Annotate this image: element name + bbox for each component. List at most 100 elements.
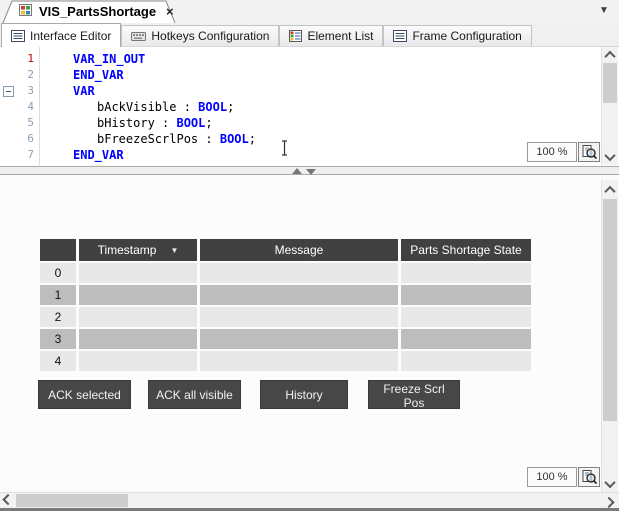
viz-hscrollbar[interactable]	[0, 492, 619, 509]
code-line[interactable]: 6 bFreezeScrlPos : BOOL;	[0, 131, 599, 147]
chevron-up-icon	[604, 50, 616, 62]
pane-splitter[interactable]	[0, 165, 619, 178]
viz-zoom-control: 100 %	[526, 466, 601, 488]
row-index-cell[interactable]: 1	[40, 285, 76, 305]
column-header-index[interactable]	[40, 239, 76, 261]
tab-label: Element List	[307, 29, 374, 43]
punctuation: :	[176, 100, 199, 114]
message-cell[interactable]	[200, 285, 398, 305]
splitter-collapse-up-icon[interactable]	[292, 168, 302, 174]
row-index-cell[interactable]: 2	[40, 307, 76, 327]
message-cell[interactable]	[200, 351, 398, 371]
chevron-left-icon	[2, 493, 14, 506]
keyword: VAR_IN_OUT	[73, 52, 146, 66]
viz-zoom-level[interactable]: 100 %	[527, 467, 577, 487]
state-cell[interactable]	[401, 307, 531, 327]
punctuation: ;	[205, 116, 213, 130]
row-index-cell[interactable]: 3	[40, 329, 76, 349]
tab-interface-editor[interactable]: Interface Editor	[1, 23, 122, 47]
visualization-icon	[18, 3, 33, 20]
column-header-timestamp[interactable]: Timestamp ▼	[79, 239, 197, 261]
message-cell[interactable]	[200, 263, 398, 283]
tab-list-dropdown-button[interactable]: ▼	[597, 4, 611, 18]
variable-name: bHistory	[97, 116, 155, 130]
scroll-down-button[interactable]	[602, 476, 618, 491]
timestamp-cell[interactable]	[79, 351, 197, 371]
tab-element-list[interactable]: Element List	[279, 25, 384, 46]
history-button[interactable]: History	[260, 380, 348, 409]
code-line[interactable]: 2 END_VAR	[0, 67, 599, 83]
tab-hotkeys-configuration[interactable]: Hotkeys Configuration	[121, 25, 280, 46]
scroll-up-button[interactable]	[602, 182, 618, 197]
column-header-message[interactable]: Message	[200, 239, 398, 261]
variable-name: bAckVisible	[97, 100, 177, 114]
splitter-collapse-down-icon[interactable]	[306, 169, 316, 175]
line-number: 7	[27, 148, 34, 161]
message-cell[interactable]	[200, 329, 398, 349]
chevron-down-icon: ▼	[599, 5, 609, 16]
timestamp-cell[interactable]	[79, 329, 197, 349]
message-cell[interactable]	[200, 307, 398, 327]
state-cell[interactable]	[401, 263, 531, 283]
form-grid-icon	[11, 29, 25, 42]
scroll-thumb[interactable]	[603, 63, 617, 103]
tab-frame-configuration[interactable]: Frame Configuration	[383, 25, 532, 46]
tab-label: Interface Editor	[30, 28, 112, 43]
viz-zoom-button[interactable]	[578, 467, 600, 487]
editor-zoom-control: 100 %	[526, 141, 601, 163]
keyword: END_VAR	[73, 148, 124, 162]
line-number: 2	[27, 68, 34, 81]
freeze-scrl-pos-button[interactable]: Freeze Scrl Pos	[368, 380, 460, 410]
column-header-state[interactable]: Parts Shortage State	[401, 239, 531, 261]
ack-all-visible-button[interactable]: ACK all visible	[148, 380, 241, 409]
line-number: 5	[27, 116, 34, 129]
scroll-right-button[interactable]	[601, 493, 617, 509]
editor-zoom-level[interactable]: 100 %	[527, 142, 577, 162]
scroll-up-button[interactable]	[602, 47, 618, 62]
timestamp-cell[interactable]	[79, 307, 197, 327]
element-list-icon	[289, 30, 303, 42]
close-icon[interactable]: ×	[166, 4, 174, 19]
code-line[interactable]: 4 bAckVisible : BOOL;	[0, 99, 599, 115]
editor-vscrollbar[interactable]	[601, 47, 618, 165]
scroll-thumb[interactable]	[603, 199, 617, 421]
code-text-area[interactable]: 1 VAR_IN_OUT 2 END_VAR 3 VAR 4 bAckVisib…	[0, 51, 599, 163]
punctuation: :	[154, 116, 177, 130]
document-tab-vis-partsshortage[interactable]: VIS_PartsShortage ×	[2, 0, 178, 23]
interface-declaration-editor[interactable]: 1 VAR_IN_OUT 2 END_VAR 3 VAR 4 bAckVisib…	[0, 47, 619, 165]
document-tab-bar: VIS_PartsShortage × ▼	[0, 0, 619, 24]
tab-label: Hotkeys Configuration	[151, 29, 270, 43]
keyword: END_VAR	[73, 68, 124, 82]
row-index-cell[interactable]: 0	[40, 263, 76, 283]
code-line[interactable]: 7 END_VAR	[0, 147, 599, 163]
scroll-left-button[interactable]	[0, 493, 16, 509]
ack-selected-button[interactable]: ACK selected	[38, 380, 131, 409]
magnifier-document-icon	[582, 145, 597, 160]
code-line[interactable]: 3 VAR	[0, 83, 599, 99]
state-cell[interactable]	[401, 285, 531, 305]
punctuation: :	[198, 132, 220, 146]
scroll-thumb[interactable]	[16, 494, 128, 507]
keyword: VAR	[73, 84, 95, 98]
state-cell[interactable]	[401, 351, 531, 371]
visualization-canvas[interactable]: Timestamp ▼ Message Parts Shortage State…	[0, 178, 619, 492]
tab-label: Frame Configuration	[412, 29, 522, 43]
chevron-up-icon	[604, 185, 616, 197]
document-tab-title: VIS_PartsShortage	[39, 4, 157, 19]
code-line[interactable]: 1 VAR_IN_OUT	[0, 51, 599, 67]
scroll-down-button[interactable]	[602, 149, 618, 164]
alarm-table[interactable]: Timestamp ▼ Message Parts Shortage State…	[40, 239, 531, 371]
type-keyword: BOOL	[219, 132, 249, 146]
fold-collapse-icon[interactable]	[3, 86, 14, 97]
code-line[interactable]: 5 bHistory : BOOL;	[0, 115, 599, 131]
codesys-visualization-editor-window: VIS_PartsShortage × ▼ Interface Editor H…	[0, 0, 619, 511]
type-keyword: BOOL	[176, 116, 206, 130]
state-cell[interactable]	[401, 329, 531, 349]
punctuation: ;	[227, 100, 235, 114]
viz-vscrollbar[interactable]	[601, 180, 618, 492]
line-number: 1	[27, 52, 34, 65]
row-index-cell[interactable]: 4	[40, 351, 76, 371]
timestamp-cell[interactable]	[79, 285, 197, 305]
editor-zoom-button[interactable]	[578, 142, 600, 162]
timestamp-cell[interactable]	[79, 263, 197, 283]
